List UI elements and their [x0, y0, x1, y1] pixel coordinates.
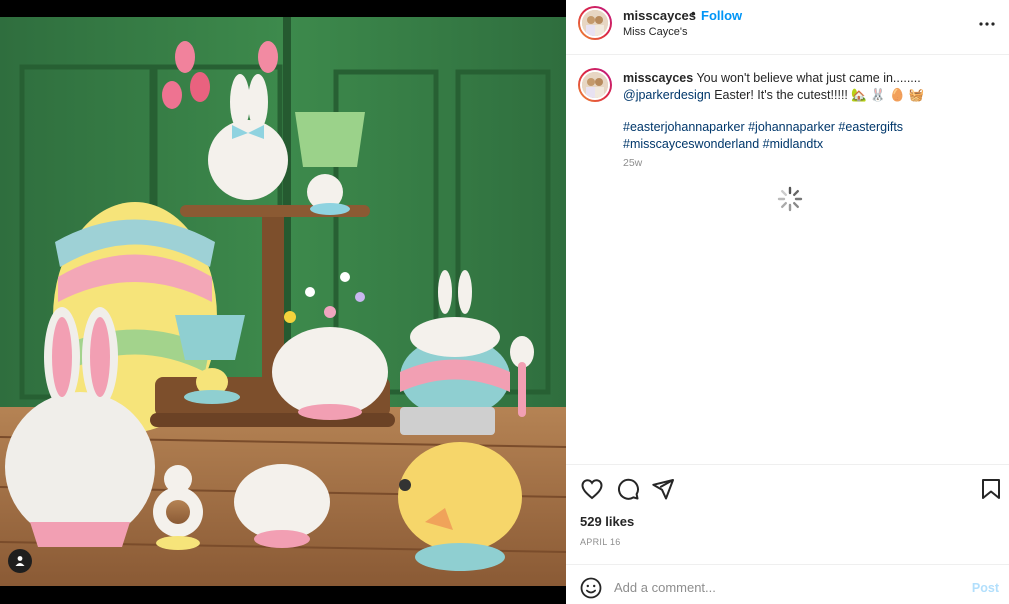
post-dialog: misscayces • Follow Miss Cayce's misscay…: [0, 0, 1009, 604]
like-count[interactable]: 529 likes: [580, 514, 634, 529]
caption-age[interactable]: 25w: [623, 157, 642, 169]
caption-avatar-image: [580, 70, 610, 100]
heart-glyph: [581, 479, 603, 500]
avatar-people-icon: [582, 72, 608, 98]
comment-input[interactable]: [614, 575, 934, 599]
user-tag-icon[interactable]: [8, 549, 32, 573]
bookmark-glyph: [982, 479, 1000, 499]
media-area: [0, 0, 566, 604]
easter-ceramics-photo: [0, 17, 566, 586]
post-comment-button[interactable]: Post: [972, 581, 999, 595]
header-subtitle[interactable]: Miss Cayce's: [623, 26, 687, 38]
avatar-people-icon: [582, 10, 608, 36]
caption-text-2: Easter! It's the cutest!!!!! 🏡 🐰 🥚 🧺: [710, 87, 925, 102]
paper-plane-icon[interactable]: [651, 477, 675, 501]
post-photo[interactable]: [0, 17, 566, 586]
post-date[interactable]: APRIL 16: [580, 537, 621, 547]
follow-button[interactable]: Follow: [701, 8, 742, 23]
post-sidebar: misscayces • Follow Miss Cayce's misscay…: [566, 0, 1009, 604]
more-options-icon[interactable]: [977, 14, 997, 34]
caption-text-1: You won't believe what just came in.....…: [693, 71, 921, 85]
emoji-glyph: [580, 577, 602, 599]
avatar[interactable]: [578, 6, 612, 40]
spinner-glyph: [777, 186, 803, 212]
caption-avatar[interactable]: [578, 68, 612, 102]
caption-hashtags-1[interactable]: #easterjohannaparker #johannaparker #eas…: [623, 119, 993, 136]
comment-bubble-icon[interactable]: [616, 477, 640, 501]
avatar-image: [580, 8, 610, 38]
bookmark-icon[interactable]: [979, 477, 1003, 501]
user-tag-glyph: [15, 556, 25, 566]
comment-glyph: [617, 478, 639, 500]
caption-username[interactable]: misscayces: [623, 71, 693, 85]
action-bar: [566, 464, 1009, 512]
heart-icon[interactable]: [580, 477, 604, 501]
emoji-smiley-icon[interactable]: [580, 577, 602, 599]
header-separator: •: [691, 6, 696, 21]
caption-mention[interactable]: @jparkerdesign: [623, 88, 711, 102]
post-caption: misscayces You won't believe what just c…: [623, 70, 993, 152]
header-username[interactable]: misscayces: [623, 8, 696, 23]
share-glyph: [652, 479, 674, 500]
comment-bar: Post: [566, 564, 1009, 604]
caption-hashtags-2[interactable]: #misscayceswonderland #midlandtx: [623, 136, 993, 153]
more-dots-glyph: [979, 22, 995, 26]
post-header: misscayces • Follow Miss Cayce's: [566, 0, 1009, 55]
loading-spinner-icon: [777, 186, 803, 212]
